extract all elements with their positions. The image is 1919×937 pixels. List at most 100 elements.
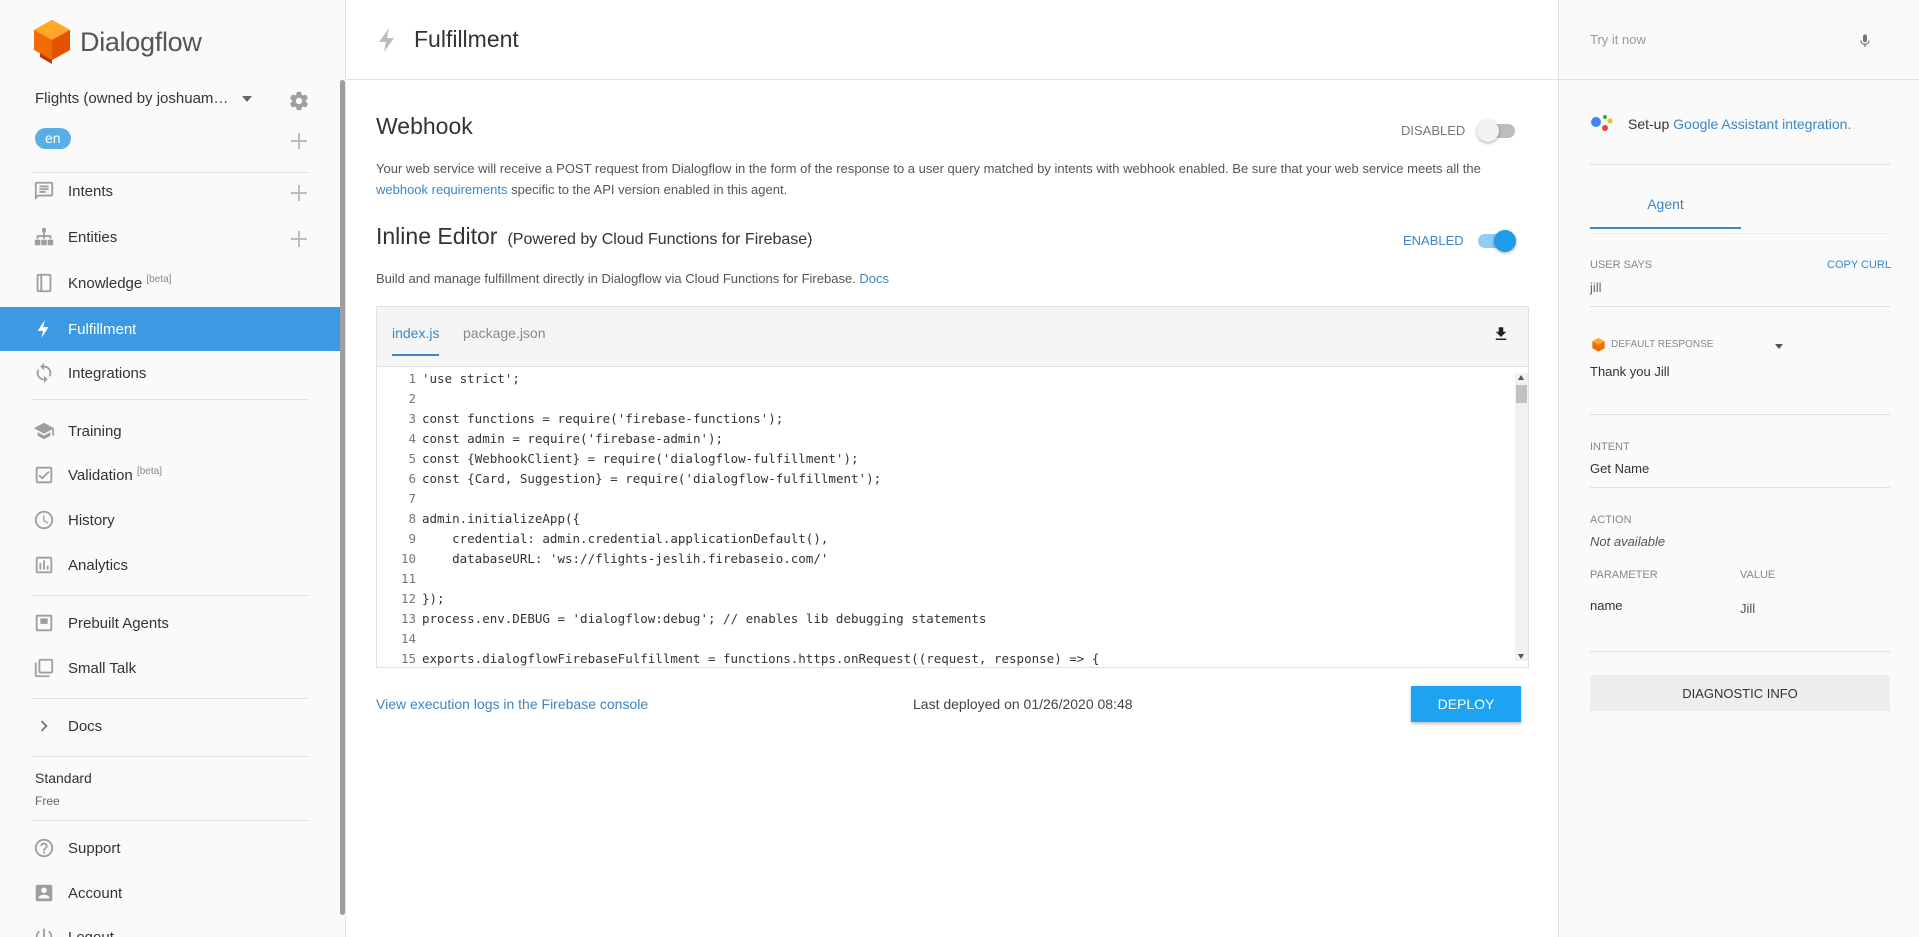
code-token: admin (467, 431, 505, 446)
code-token: ; (512, 371, 520, 386)
tab-package-json[interactable]: package.json (463, 325, 546, 354)
line-number: 4 (408, 431, 416, 446)
sidebar-item-docs[interactable]: Docs (0, 704, 341, 748)
microphone-icon[interactable] (1857, 30, 1873, 52)
sidebar-item-history[interactable]: History (0, 498, 341, 542)
download-icon[interactable] (1492, 325, 1510, 343)
code-line: 12}); (377, 589, 445, 609)
code-line: 11 (377, 569, 422, 589)
line-number: 10 (400, 551, 416, 566)
inline-editor-description: Build and manage fulfillment directly in… (376, 271, 890, 286)
hierarchy-icon (34, 227, 54, 246)
diagnostic-info-button[interactable]: DIAGNOSTIC INFO (1590, 675, 1890, 711)
add-intent-icon[interactable] (291, 185, 307, 201)
deploy-button[interactable]: DEPLOY (1411, 686, 1521, 722)
add-entity-icon[interactable] (291, 231, 307, 247)
gear-icon[interactable] (288, 90, 310, 112)
try-it-now-bar: Try it now (1559, 0, 1919, 80)
scroll-down-arrow-icon[interactable] (1518, 654, 1524, 659)
sidebar-item-prebuilt-agents[interactable]: Prebuilt Agents (0, 601, 341, 645)
line-number: 11 (400, 571, 416, 586)
code-token: ); (768, 411, 784, 426)
tab-agent[interactable]: Agent (1590, 196, 1741, 229)
toggle-knob (1493, 229, 1516, 252)
add-language-icon[interactable] (291, 133, 307, 149)
panel-divider (1590, 233, 1890, 234)
code-token: const (422, 411, 468, 426)
code-scrollbar[interactable] (1515, 373, 1528, 661)
code-token: }); (422, 591, 445, 606)
code-token: const (422, 431, 468, 446)
webhook-toggle[interactable] (1477, 119, 1516, 142)
line-number: 12 (400, 591, 416, 606)
test-console: Try it now Set-up Google Assistant integ… (1558, 0, 1919, 937)
code-token: 'dialogflow-fulfillment' (662, 451, 844, 466)
beta-tag: [beta] (136, 466, 162, 477)
sidebar-item-label: Training (68, 422, 122, 440)
code-line: 10 databaseURL: 'ws://flights-jeslih.fir… (377, 549, 828, 569)
code-line: 1 'use strict'; (377, 369, 520, 389)
webhook-title: Webhook (376, 113, 473, 139)
code-token: response (993, 651, 1055, 666)
scroll-up-arrow-icon[interactable] (1518, 375, 1524, 380)
action-label: ACTION (1590, 514, 1632, 526)
sidebar-scrollbar[interactable] (340, 80, 345, 915)
inline-editor-toggle[interactable] (1477, 229, 1516, 252)
sidebar-item-account[interactable]: Account (0, 871, 341, 915)
user-says-value: jill (1590, 280, 1602, 295)
sidebar-item-support[interactable]: Support (0, 826, 341, 870)
webhook-requirements-link[interactable]: webhook requirements (376, 182, 508, 197)
code-token: Suggestion (519, 471, 596, 486)
action-value: Not available (1590, 534, 1666, 549)
agent-name: Flights (owned by joshuamku... (35, 90, 230, 107)
brand-name: Dialogflow (80, 26, 202, 57)
panel-divider (1590, 487, 1890, 488)
try-it-now-input[interactable]: Try it now (1590, 32, 1646, 47)
code-token: request (926, 651, 979, 666)
language-badge[interactable]: en (35, 128, 71, 149)
sidebar-item-entities[interactable]: Entities (0, 215, 341, 259)
inline-editor-toggle-group: ENABLED (1403, 229, 1516, 252)
sidebar-item-intents[interactable]: Intents (0, 169, 341, 213)
sidebar-item-label: Knowledge [beta] (68, 274, 172, 292)
code-line: 13 process.env.DEBUG = 'dialogflow:debug'… (377, 609, 987, 629)
webhook-status: DISABLED (1401, 123, 1466, 138)
sidebar-item-logout[interactable]: Logout (0, 915, 341, 937)
app-root: Dialogflow Flights (owned by joshuamku..… (0, 0, 1919, 937)
execution-logs-link[interactable]: View execution logs in the Firebase cons… (376, 696, 648, 712)
last-deployed-text: Last deployed on 01/26/2020 08:48 (913, 696, 1133, 712)
help-icon (34, 838, 54, 858)
sidebar-item-fulfillment[interactable]: Fulfillment (0, 307, 341, 351)
sidebar-item-label: Integrations (68, 364, 147, 382)
code-token: } = require( (595, 471, 686, 486)
sidebar-item-validation[interactable]: Validation [beta] (0, 453, 341, 497)
tab-index-js[interactable]: index.js (392, 325, 440, 356)
google-assistant-link[interactable]: Google Assistant integration. (1673, 116, 1851, 132)
sidebar-item-analytics[interactable]: Analytics (0, 543, 341, 587)
webhook-toggle-group: DISABLED (1401, 119, 1516, 142)
sidebar-item-label: Validation [beta] (68, 466, 162, 484)
beta-tag: [beta] (146, 274, 172, 285)
copy-curl-button[interactable]: COPY CURL (1827, 259, 1891, 271)
code-token: exports.dialogflowFirebaseFulfillment = … (422, 651, 927, 666)
code-area[interactable]: 1 'use strict'; 2 3 const functions = requir… (377, 367, 1528, 667)
scroll-thumb[interactable] (1516, 385, 1527, 403)
code-token: } = require( (572, 451, 663, 466)
sidebar-item-knowledge[interactable]: Knowledge [beta] (0, 261, 341, 305)
agent-selector[interactable]: Flights (owned by joshuamku... (35, 90, 315, 107)
main-content: Fulfillment Webhook DISABLED Your web se… (346, 0, 1558, 937)
sidebar-item-label: Logout (68, 928, 114, 937)
intent-link[interactable]: Get Name (1590, 461, 1649, 476)
code-token: Card (474, 471, 505, 486)
brand-logo[interactable]: Dialogflow (34, 20, 202, 64)
sidebar-item-label: Analytics (68, 556, 129, 574)
sidebar-divider (33, 820, 308, 821)
response-value: Thank you Jill (1590, 364, 1670, 379)
plan-info: Standard Free (35, 770, 92, 808)
code-editor: index.js package.json 1 'use strict'; 2 3 co… (376, 306, 1529, 668)
docs-link[interactable]: Docs (859, 271, 889, 286)
sidebar-item-integrations[interactable]: Integrations (0, 351, 341, 395)
sidebar-item-small-talk[interactable]: Small Talk (0, 646, 341, 690)
response-dropdown-icon[interactable] (1775, 344, 1783, 349)
sidebar-item-training[interactable]: Training (0, 409, 341, 453)
